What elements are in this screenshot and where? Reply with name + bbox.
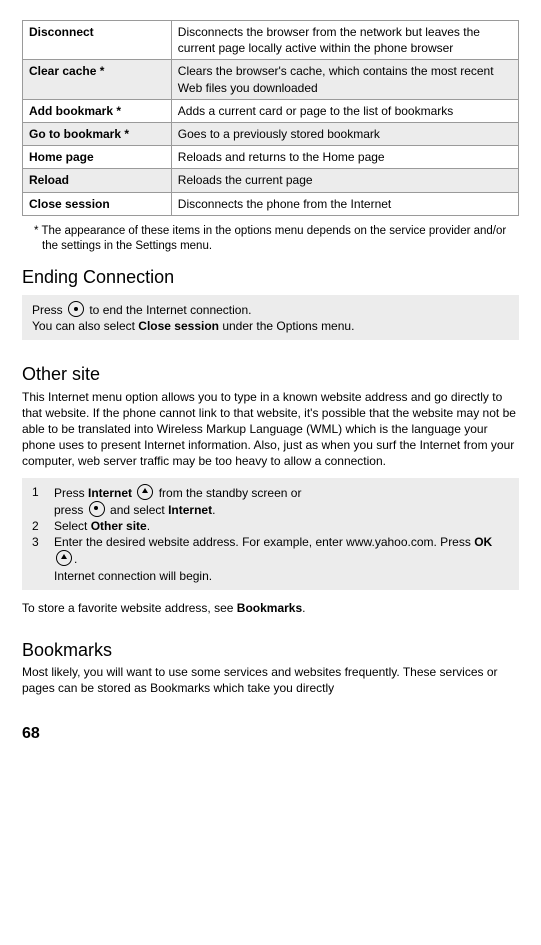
step-text: Select Other site. xyxy=(54,518,509,534)
text: . xyxy=(147,519,150,533)
option-term: Add bookmark * xyxy=(23,99,172,122)
text: Enter the desired website address. For e… xyxy=(54,535,474,549)
step-3: 3 Enter the desired website address. For… xyxy=(32,534,509,584)
option-description: Adds a current card or page to the list … xyxy=(171,99,518,122)
other-site-label: Other site xyxy=(91,519,147,533)
options-table: DisconnectDisconnects the browser from t… xyxy=(22,20,519,216)
text: . xyxy=(302,601,305,615)
ending-line-1: Press to end the Internet connection. xyxy=(32,301,509,318)
step-text: Enter the desired website address. For e… xyxy=(54,534,509,584)
text: Press xyxy=(54,486,88,500)
table-row: Go to bookmark *Goes to a previously sto… xyxy=(23,122,519,145)
ending-connection-box: Press to end the Internet connection. Yo… xyxy=(22,295,519,340)
table-row: Clear cache *Clears the browser's cache,… xyxy=(23,60,519,99)
option-description: Clears the browser's cache, which contai… xyxy=(171,60,518,99)
text: Internet connection will begin. xyxy=(54,569,212,583)
option-term: Clear cache * xyxy=(23,60,172,99)
option-description: Goes to a previously stored bookmark xyxy=(171,122,518,145)
ok-key-icon xyxy=(56,550,72,566)
table-row: Add bookmark *Adds a current card or pag… xyxy=(23,99,519,122)
internet-label: Internet xyxy=(88,486,132,500)
step-text: Press Internet from the standby screen o… xyxy=(54,484,509,518)
ok-label: OK xyxy=(474,535,492,549)
table-row: Close sessionDisconnects the phone from … xyxy=(23,192,519,215)
ending-line-2: You can also select Close session under … xyxy=(32,318,509,334)
end-key-icon xyxy=(68,301,84,317)
option-description: Reloads the current page xyxy=(171,169,518,192)
text: Press xyxy=(32,303,66,317)
heading-bookmarks: Bookmarks xyxy=(22,638,519,662)
internet-label: Internet xyxy=(168,503,212,517)
text: from the standby screen or xyxy=(155,486,301,500)
text: . xyxy=(74,552,77,566)
store-favorite-paragraph: To store a favorite website address, see… xyxy=(22,600,519,616)
text: under the Options menu. xyxy=(219,319,354,333)
step-number: 3 xyxy=(32,534,54,584)
text: and select xyxy=(107,503,168,517)
table-row: DisconnectDisconnects the browser from t… xyxy=(23,21,519,60)
option-term: Disconnect xyxy=(23,21,172,60)
text: press xyxy=(54,503,87,517)
step-number: 1 xyxy=(32,484,54,518)
option-term: Reload xyxy=(23,169,172,192)
center-key-icon xyxy=(89,501,105,517)
close-session-label: Close session xyxy=(138,319,219,333)
text: You can also select xyxy=(32,319,138,333)
table-row: Home pageReloads and returns to the Home… xyxy=(23,146,519,169)
option-term: Close session xyxy=(23,192,172,215)
option-description: Disconnects the phone from the Internet xyxy=(171,192,518,215)
step-number: 2 xyxy=(32,518,54,534)
other-site-paragraph: This Internet menu option allows you to … xyxy=(22,389,519,470)
option-term: Go to bookmark * xyxy=(23,122,172,145)
bookmarks-paragraph: Most likely, you will want to use some s… xyxy=(22,664,519,696)
option-term: Home page xyxy=(23,146,172,169)
internet-key-icon xyxy=(137,484,153,500)
page-number: 68 xyxy=(22,723,519,745)
step-1: 1 Press Internet from the standby screen… xyxy=(32,484,509,518)
option-description: Disconnects the browser from the network… xyxy=(171,21,518,60)
text: to end the Internet connection. xyxy=(86,303,251,317)
bookmarks-ref: Bookmarks xyxy=(237,601,302,615)
other-site-steps-box: 1 Press Internet from the standby screen… xyxy=(22,478,519,590)
text xyxy=(132,486,135,500)
heading-other-site: Other site xyxy=(22,362,519,386)
text: Select xyxy=(54,519,91,533)
text: To store a favorite website address, see xyxy=(22,601,237,615)
text: . xyxy=(212,503,215,517)
step-2: 2 Select Other site. xyxy=(32,518,509,534)
heading-ending-connection: Ending Connection xyxy=(22,265,519,289)
table-footnote: * The appearance of these items in the o… xyxy=(34,224,519,255)
table-row: ReloadReloads the current page xyxy=(23,169,519,192)
option-description: Reloads and returns to the Home page xyxy=(171,146,518,169)
